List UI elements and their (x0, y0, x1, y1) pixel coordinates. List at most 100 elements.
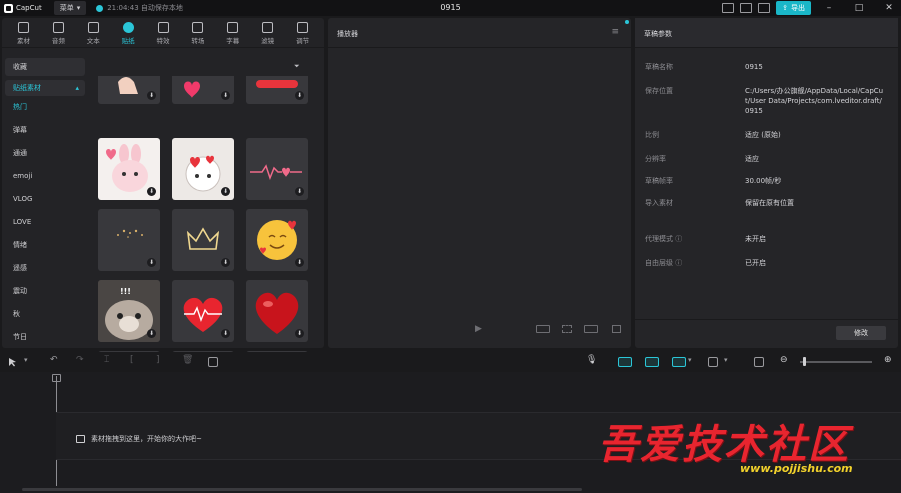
tool-label: 滤镜 (261, 37, 275, 45)
close-icon[interactable]: ✕ (877, 3, 901, 13)
tool-audio[interactable]: 音频 (41, 22, 76, 47)
tool-effects[interactable]: 特效 (146, 22, 181, 47)
category-item[interactable]: 通通 (5, 142, 85, 165)
layout-compare-icon[interactable] (584, 325, 598, 333)
info-icon[interactable]: ⓘ (675, 235, 682, 243)
field-key: 自由层级 (645, 259, 673, 267)
category-item[interactable]: VLOG (5, 188, 85, 211)
snap-icon[interactable] (645, 357, 659, 367)
info-icon[interactable]: ⓘ (675, 259, 682, 267)
download-icon[interactable]: ⬇ (221, 258, 230, 267)
sticker-tile-heartbeat[interactable]: ⬇ (246, 138, 308, 200)
category-item[interactable]: 情绪 (5, 234, 85, 257)
fullscreen-player-icon[interactable] (612, 325, 621, 333)
category-favorites[interactable]: 收藏 (5, 58, 85, 76)
preview-axis-icon[interactable] (708, 357, 718, 367)
minimize-icon[interactable]: – (817, 3, 841, 13)
field-key: 比例 (645, 131, 659, 139)
download-icon[interactable]: ⬇ (295, 91, 304, 100)
chevron-down-icon[interactable]: ▾ (24, 356, 28, 364)
fullscreen-icon[interactable] (758, 3, 771, 13)
tool-adjust[interactable]: 调节 (285, 22, 320, 47)
sticker-tile-heart-pulse[interactable]: ⬇ (172, 280, 234, 342)
tool-sticker[interactable]: 贴纸 (111, 22, 146, 47)
subtitle-icon[interactable] (754, 357, 764, 367)
download-icon[interactable]: ⬇ (295, 187, 304, 196)
maximize-icon[interactable]: □ (847, 3, 871, 13)
download-icon[interactable]: ⬇ (295, 258, 304, 267)
linkage-icon[interactable] (672, 357, 686, 367)
text-icon (87, 22, 99, 33)
shortcut-icon[interactable] (740, 3, 753, 13)
category-item[interactable]: 热门 (5, 96, 85, 119)
menu-lines-icon[interactable]: ≡ (611, 27, 619, 37)
category-group-selected[interactable]: 贴纸素材 ▴ (5, 80, 85, 96)
tool-media[interactable]: 素材 (6, 22, 41, 47)
undo-icon[interactable]: ↶ (50, 355, 58, 365)
tool-caption[interactable]: 字幕 (215, 22, 250, 47)
sticker-tile-smiley[interactable]: ⬇ (246, 209, 308, 271)
sticker-tile-hearts[interactable]: ⬇ (172, 76, 234, 104)
layout-icon[interactable] (722, 3, 735, 13)
category-item[interactable]: 节日 (5, 326, 85, 349)
link-clips-icon[interactable] (618, 357, 632, 367)
zoom-slider-handle[interactable] (803, 357, 806, 366)
menu-button[interactable]: 菜单 ▾ (53, 1, 87, 15)
tool-text[interactable]: 文本 (76, 22, 111, 47)
sticker-tile-sparkles[interactable]: ⬇ (98, 209, 160, 271)
download-icon[interactable]: ⬇ (221, 329, 230, 338)
sticker-tile-red-heart[interactable]: ⬇ (246, 280, 308, 342)
download-icon[interactable]: ⬇ (147, 258, 156, 267)
tool-label: 特效 (156, 37, 170, 45)
transition-icon (192, 22, 204, 33)
field-value: 0915 (745, 63, 763, 71)
marker-icon[interactable] (208, 357, 218, 367)
chevron-down-icon[interactable]: ▾ (724, 356, 728, 364)
export-button[interactable]: ⇪ 导出 (776, 1, 811, 15)
download-icon[interactable]: ⬇ (295, 329, 304, 338)
download-icon[interactable]: ⬇ (147, 187, 156, 196)
download-icon[interactable]: ⬇ (147, 329, 156, 338)
sticker-tile-heart-banner[interactable]: ⬇ (246, 76, 308, 104)
category-item[interactable]: 震动 (5, 280, 85, 303)
tool-label: 调节 (296, 37, 310, 45)
sticker-tile-hand[interactable]: ⬇ (98, 76, 160, 104)
filter-button[interactable]: ⏷ (294, 62, 300, 71)
chevron-down-icon[interactable]: ▾ (688, 356, 692, 364)
zoom-slider[interactable] (800, 361, 872, 363)
tool-filter[interactable]: 滤镜 (250, 22, 285, 47)
trim-left-icon[interactable]: [ (130, 355, 134, 365)
tool-label: 文本 (86, 37, 100, 45)
category-item[interactable]: 秋 (5, 303, 85, 326)
delete-icon[interactable]: 🗑 (182, 355, 193, 365)
sticker-tile-crown[interactable]: ⬇ (172, 209, 234, 271)
select-cursor-icon[interactable] (8, 357, 18, 367)
download-icon[interactable]: ⬇ (221, 91, 230, 100)
zoom-in-icon[interactable]: ⊕ (884, 355, 892, 365)
sticker-tile-cute-face[interactable]: ⬇ (172, 138, 234, 200)
trim-right-icon[interactable]: ] (156, 355, 160, 365)
download-icon[interactable]: ⬇ (221, 187, 230, 196)
microphone-icon[interactable]: 🎙 (586, 355, 597, 365)
effects-icon (157, 22, 169, 33)
sticker-tile-bunny[interactable]: ⬇ (98, 138, 160, 200)
ratio-icon[interactable] (536, 325, 550, 333)
category-item[interactable]: LOVE (5, 211, 85, 234)
category-item[interactable]: 遥感 (5, 257, 85, 280)
timeline-scrollbar[interactable] (22, 488, 582, 491)
category-item[interactable]: 弹幕 (5, 119, 85, 142)
sticker-tile-cat[interactable]: !!! ⬇ (98, 280, 160, 342)
crop-icon[interactable] (562, 325, 572, 333)
zoom-out-icon[interactable]: ⊖ (780, 355, 788, 365)
player-title: 播放器 (337, 30, 358, 38)
field-key: 保存位置 (645, 87, 673, 95)
redo-icon[interactable]: ↷ (76, 355, 84, 365)
modify-button[interactable]: 修改 (836, 326, 886, 340)
player-panel: 播放器 ≡ ▶ (328, 18, 631, 348)
download-icon[interactable]: ⬇ (147, 91, 156, 100)
play-icon[interactable]: ▶ (475, 324, 482, 334)
split-icon[interactable]: ⌶ (104, 355, 109, 365)
category-item[interactable]: emoji (5, 165, 85, 188)
tool-transition[interactable]: 转场 (180, 22, 215, 47)
field-key: 草稿名称 (645, 63, 673, 71)
